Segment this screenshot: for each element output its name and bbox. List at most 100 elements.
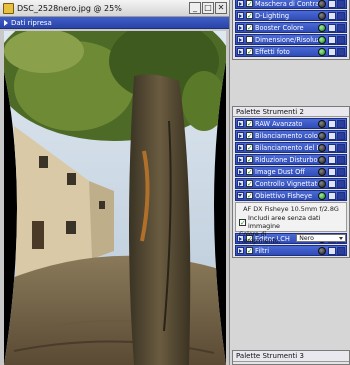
status-dot-icon[interactable] bbox=[318, 167, 326, 176]
fisheye-settings: AF DX Fisheye 10.5mm f/2.8G ✓ Includi ar… bbox=[235, 202, 347, 245]
tool-enable-checkbox[interactable]: ✓ bbox=[246, 12, 253, 20]
reset-icon[interactable] bbox=[337, 167, 345, 176]
tool-label: Bilanciamento del Bianco bbox=[255, 143, 318, 152]
expand-arrow-icon[interactable] bbox=[237, 168, 244, 175]
reset-icon[interactable] bbox=[337, 131, 345, 140]
tool-enable-checkbox[interactable]: ✓ bbox=[246, 180, 253, 188]
tool-enable-checkbox[interactable]: ✓ bbox=[246, 120, 253, 128]
tool-enable-checkbox[interactable]: ✓ bbox=[246, 48, 253, 56]
status-dot-icon[interactable] bbox=[318, 179, 326, 188]
tool-row[interactable]: ✓Bilanciamento del Bianco bbox=[235, 142, 347, 153]
tool-row[interactable]: ✓Controllo Vignettatura bbox=[235, 178, 347, 189]
reset-icon[interactable] bbox=[337, 179, 345, 188]
tool-row[interactable]: ✓ Effetti foto bbox=[235, 46, 347, 57]
copy-icon[interactable] bbox=[328, 11, 336, 20]
status-dot-icon[interactable] bbox=[318, 191, 326, 200]
include-empty-areas-option[interactable]: ✓ Includi aree senza dati immagine bbox=[236, 214, 346, 230]
tool-enable-checkbox[interactable]: ✓ bbox=[246, 0, 253, 8]
tool-row[interactable]: ✓ Filtri bbox=[235, 245, 347, 256]
tool-palette-2-title[interactable]: Palette Strumenti 2 bbox=[233, 107, 349, 117]
expand-arrow-icon[interactable] bbox=[237, 180, 244, 187]
copy-icon[interactable] bbox=[328, 155, 336, 164]
reset-icon[interactable] bbox=[337, 0, 345, 8]
tool-enable-checkbox[interactable]: ✓ bbox=[246, 247, 253, 255]
status-dot-icon[interactable] bbox=[318, 23, 326, 32]
copy-icon[interactable] bbox=[328, 143, 336, 152]
status-dot-icon[interactable] bbox=[318, 0, 326, 8]
expand-arrow-icon[interactable] bbox=[237, 36, 244, 43]
tool-row[interactable]: ✓ Obiettivo Fisheye bbox=[235, 190, 347, 201]
status-dot-icon[interactable] bbox=[318, 35, 326, 44]
reset-icon[interactable] bbox=[337, 23, 345, 32]
expand-arrow-icon[interactable] bbox=[237, 132, 244, 139]
expand-arrow-icon[interactable] bbox=[237, 235, 244, 242]
tool-palette-3: Palette Strumenti 3 bbox=[232, 350, 350, 365]
expand-arrow-icon[interactable] bbox=[237, 156, 244, 163]
image-window-titlebar[interactable]: DSC_2528nero.jpg @ 25% _ □ ✕ bbox=[0, 0, 229, 17]
expand-arrow-icon[interactable] bbox=[237, 24, 244, 31]
copy-icon[interactable] bbox=[328, 167, 336, 176]
tool-enable-checkbox[interactable]: ✓ bbox=[246, 132, 253, 140]
tool-row[interactable]: ✓Dimensione/Risoluzione bbox=[235, 34, 347, 45]
expand-arrow-icon[interactable] bbox=[237, 247, 244, 254]
tool-label: Dimensione/Risoluzione bbox=[255, 35, 318, 44]
minimize-button[interactable]: _ bbox=[189, 2, 201, 14]
maximize-button[interactable]: □ bbox=[202, 2, 214, 14]
status-dot-icon[interactable] bbox=[318, 246, 326, 255]
reset-icon[interactable] bbox=[337, 11, 345, 20]
tool-row[interactable]: ✓ Bilanciamento colore bbox=[235, 130, 347, 141]
reset-icon[interactable] bbox=[337, 143, 345, 152]
expand-arrow-icon[interactable] bbox=[237, 144, 244, 151]
status-dot-icon[interactable] bbox=[318, 131, 326, 140]
reset-icon[interactable] bbox=[337, 155, 345, 164]
tool-enable-checkbox[interactable]: ✓ bbox=[246, 24, 253, 32]
expand-arrow-icon[interactable] bbox=[237, 12, 244, 19]
include-empty-areas-checkbox[interactable]: ✓ bbox=[239, 218, 246, 226]
copy-icon[interactable] bbox=[328, 35, 336, 44]
fill-color-label: Colore di riempimento: bbox=[239, 231, 281, 245]
tool-row[interactable]: ✓Maschera di Contrasto bbox=[235, 0, 347, 9]
tool-row[interactable]: ✓ RAW Avanzato bbox=[235, 118, 347, 129]
status-dot-icon[interactable] bbox=[318, 155, 326, 164]
tool-enable-checkbox[interactable]: ✓ bbox=[246, 156, 253, 164]
tool-row[interactable]: ✓Riduzione Disturbo NR bbox=[235, 154, 347, 165]
close-button[interactable]: ✕ bbox=[215, 2, 227, 14]
status-dot-icon[interactable] bbox=[318, 11, 326, 20]
status-dot-icon[interactable] bbox=[318, 143, 326, 152]
image-window-title: DSC_2528nero.jpg @ 25% bbox=[17, 3, 122, 13]
fisheye-photo bbox=[4, 31, 226, 365]
tool-label: Obiettivo Fisheye bbox=[255, 191, 313, 200]
collapse-arrow-icon[interactable] bbox=[237, 192, 244, 199]
tool-enable-checkbox[interactable]: ✓ bbox=[246, 168, 253, 176]
reset-icon[interactable] bbox=[337, 119, 345, 128]
tool-row[interactable]: ✓ Image Dust Off bbox=[235, 166, 347, 177]
reset-icon[interactable] bbox=[337, 35, 345, 44]
fisheye-lens-label: AF DX Fisheye 10.5mm f/2.8G bbox=[243, 205, 339, 213]
copy-icon[interactable] bbox=[328, 131, 336, 140]
expand-arrow-icon[interactable] bbox=[237, 48, 244, 55]
copy-icon[interactable] bbox=[328, 119, 336, 128]
fill-color-select[interactable]: Nero bbox=[296, 234, 346, 242]
reset-icon[interactable] bbox=[337, 47, 345, 56]
reset-icon[interactable] bbox=[337, 246, 345, 255]
copy-icon[interactable] bbox=[328, 246, 336, 255]
status-dot-icon[interactable] bbox=[318, 119, 326, 128]
app-icon bbox=[3, 2, 14, 14]
expand-arrow-icon[interactable] bbox=[237, 0, 244, 7]
copy-icon[interactable] bbox=[328, 0, 336, 8]
reset-icon[interactable] bbox=[337, 191, 345, 200]
status-dot-icon[interactable] bbox=[318, 47, 326, 56]
copy-icon[interactable] bbox=[328, 23, 336, 32]
expand-arrow-icon[interactable] bbox=[237, 120, 244, 127]
copy-icon[interactable] bbox=[328, 191, 336, 200]
tool-row[interactable]: ✓ D-Lighting bbox=[235, 10, 347, 21]
tool-enable-checkbox[interactable]: ✓ bbox=[246, 144, 253, 152]
tool-enable-checkbox[interactable]: ✓ bbox=[246, 36, 253, 43]
copy-icon[interactable] bbox=[328, 179, 336, 188]
photo-canvas[interactable] bbox=[4, 31, 226, 365]
tool-palette-3-title[interactable]: Palette Strumenti 3 bbox=[233, 351, 349, 362]
copy-icon[interactable] bbox=[328, 47, 336, 56]
tool-row[interactable]: ✓ Booster Colore bbox=[235, 22, 347, 33]
tool-enable-checkbox[interactable]: ✓ bbox=[246, 192, 253, 200]
shooting-data-bar[interactable]: Dati ripresa bbox=[0, 17, 229, 29]
